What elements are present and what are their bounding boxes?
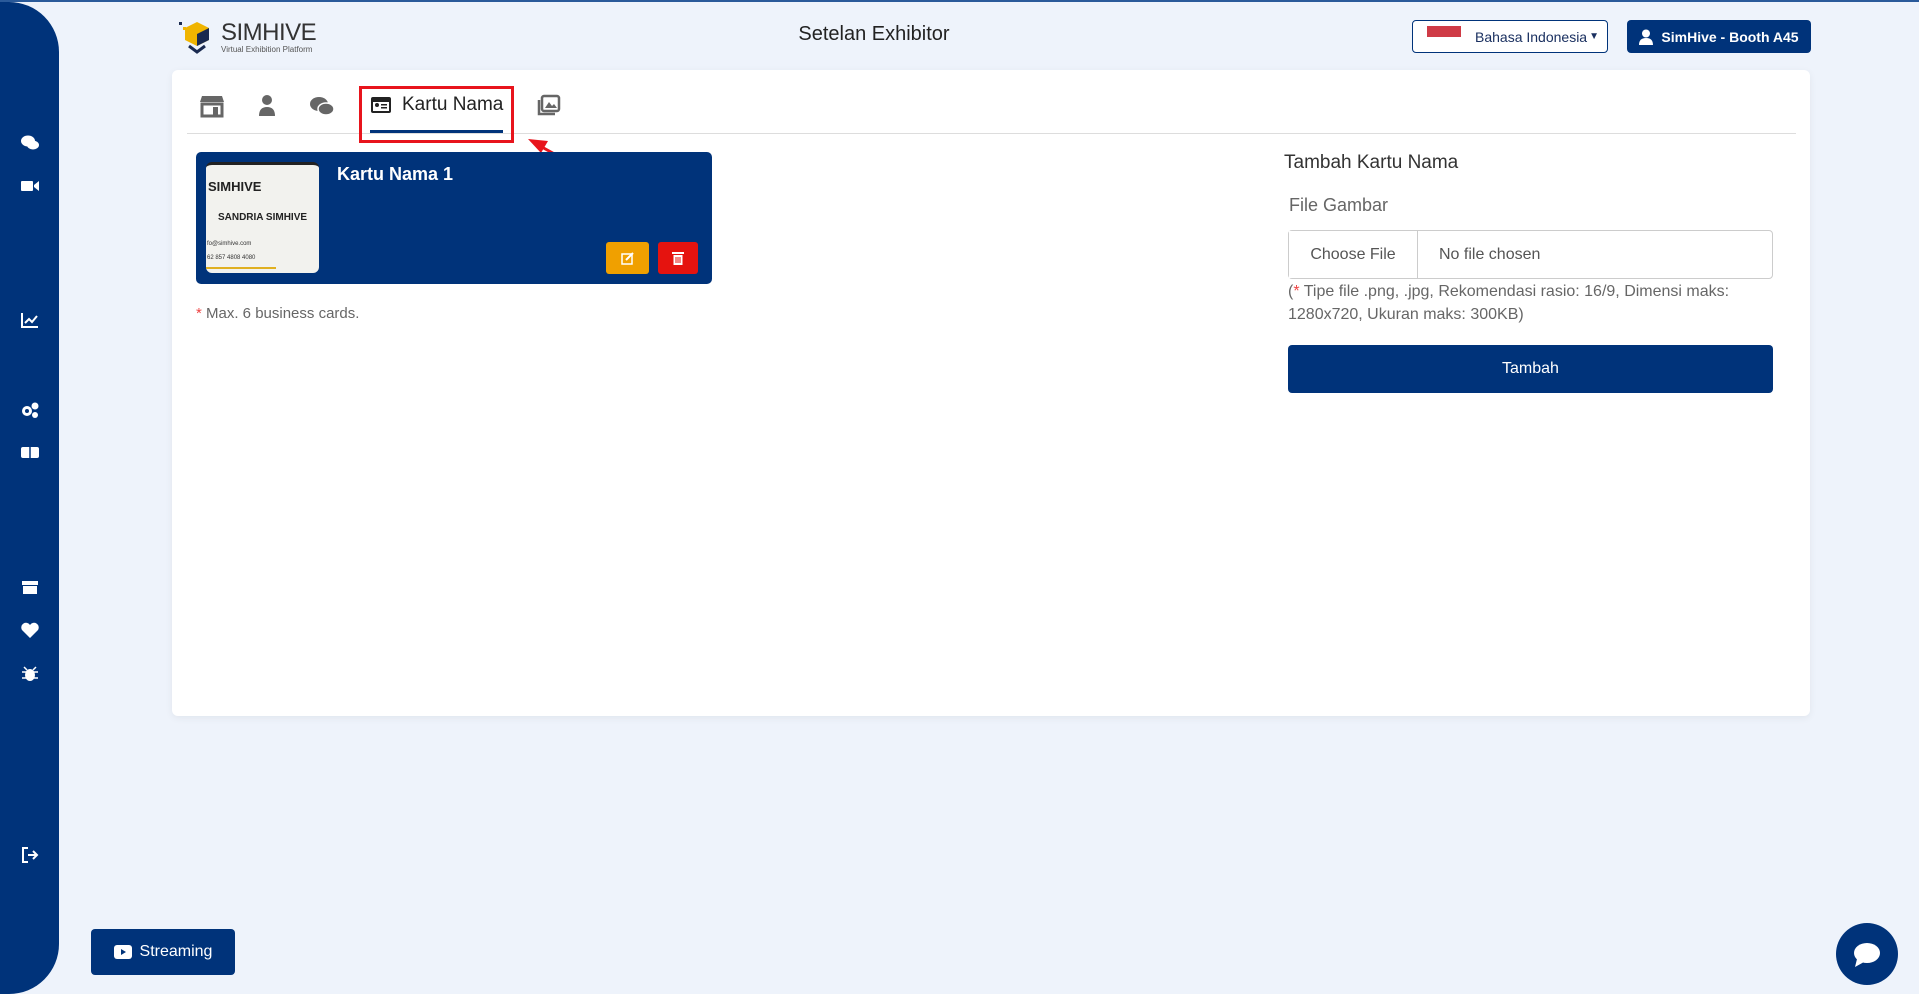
tab-gallery[interactable]: [536, 94, 562, 118]
tab-chat[interactable]: [309, 94, 335, 118]
cogs-icon[interactable]: [20, 400, 40, 420]
user-icon: [1639, 29, 1654, 45]
file-help-text: (* Tipe file .png, .jpg, Rekomendasi ras…: [1288, 280, 1778, 326]
highlight-box: [359, 86, 514, 143]
thumb-phone: 62 857 4808 4080: [207, 255, 256, 261]
caret-down-icon: ▼: [1589, 31, 1599, 42]
heart-icon[interactable]: [20, 621, 40, 641]
business-card-title: Kartu Nama 1: [337, 164, 454, 184]
choose-file-button[interactable]: Choose File: [1289, 231, 1418, 278]
trash-icon: [672, 252, 684, 265]
edit-icon: [620, 252, 634, 265]
sidebar: [0, 2, 59, 994]
chat-button[interactable]: [1836, 923, 1898, 985]
business-card-item: SIMHIVE SANDRIA SIMHIVE fo@simhive.com 6…: [196, 152, 712, 284]
sign-out-icon[interactable]: [20, 845, 40, 865]
user-icon: [259, 95, 275, 116]
streaming-button[interactable]: Streaming: [91, 929, 235, 975]
box-icon[interactable]: [20, 577, 40, 597]
user-label: SimHive - Booth A45: [1661, 28, 1799, 45]
language-dropdown[interactable]: Bahasa Indonesia ▼: [1412, 20, 1608, 53]
streaming-label: Streaming: [139, 943, 213, 960]
chat-bubble-icon: [1854, 943, 1880, 967]
note-text: Max. 6 business cards.: [201, 305, 360, 322]
images-icon: [537, 94, 561, 116]
file-label: File Gambar: [1289, 195, 1389, 215]
store-icon: [200, 96, 224, 118]
youtube-icon: [113, 945, 132, 959]
file-status: No file chosen: [1439, 245, 1541, 263]
edit-button[interactable]: [606, 242, 649, 274]
comments-icon: [310, 97, 335, 116]
chart-line-icon[interactable]: [20, 310, 40, 330]
boxes-icon[interactable]: [20, 442, 40, 462]
tab-store[interactable]: [199, 94, 225, 118]
form-title: Tambah Kartu Nama: [1284, 152, 1459, 173]
language-label: Bahasa Indonesia: [1475, 28, 1588, 45]
comments-icon[interactable]: [20, 133, 40, 153]
business-card-thumbnail[interactable]: SIMHIVE SANDRIA SIMHIVE fo@simhive.com 6…: [206, 162, 319, 273]
max-cards-note: * Max. 6 business cards.: [196, 305, 359, 322]
thumb-name: SANDRIA SIMHIVE: [217, 212, 308, 223]
thumb-email: fo@simhive.com: [207, 241, 252, 247]
file-input[interactable]: Choose File No file chosen: [1288, 230, 1773, 279]
delete-button[interactable]: [658, 242, 698, 274]
help-body: Tipe file .png, .jpg, Rekomendasi rasio:…: [1288, 283, 1730, 323]
indonesia-flag-icon: [1427, 25, 1461, 48]
tab-profile[interactable]: [254, 94, 280, 118]
tambah-button[interactable]: Tambah: [1288, 345, 1773, 393]
bug-icon[interactable]: [20, 664, 40, 684]
user-menu-button[interactable]: SimHive - Booth A45: [1627, 20, 1811, 53]
thumb-brand: SIMHIVE: [208, 179, 262, 194]
video-icon[interactable]: [20, 176, 40, 196]
